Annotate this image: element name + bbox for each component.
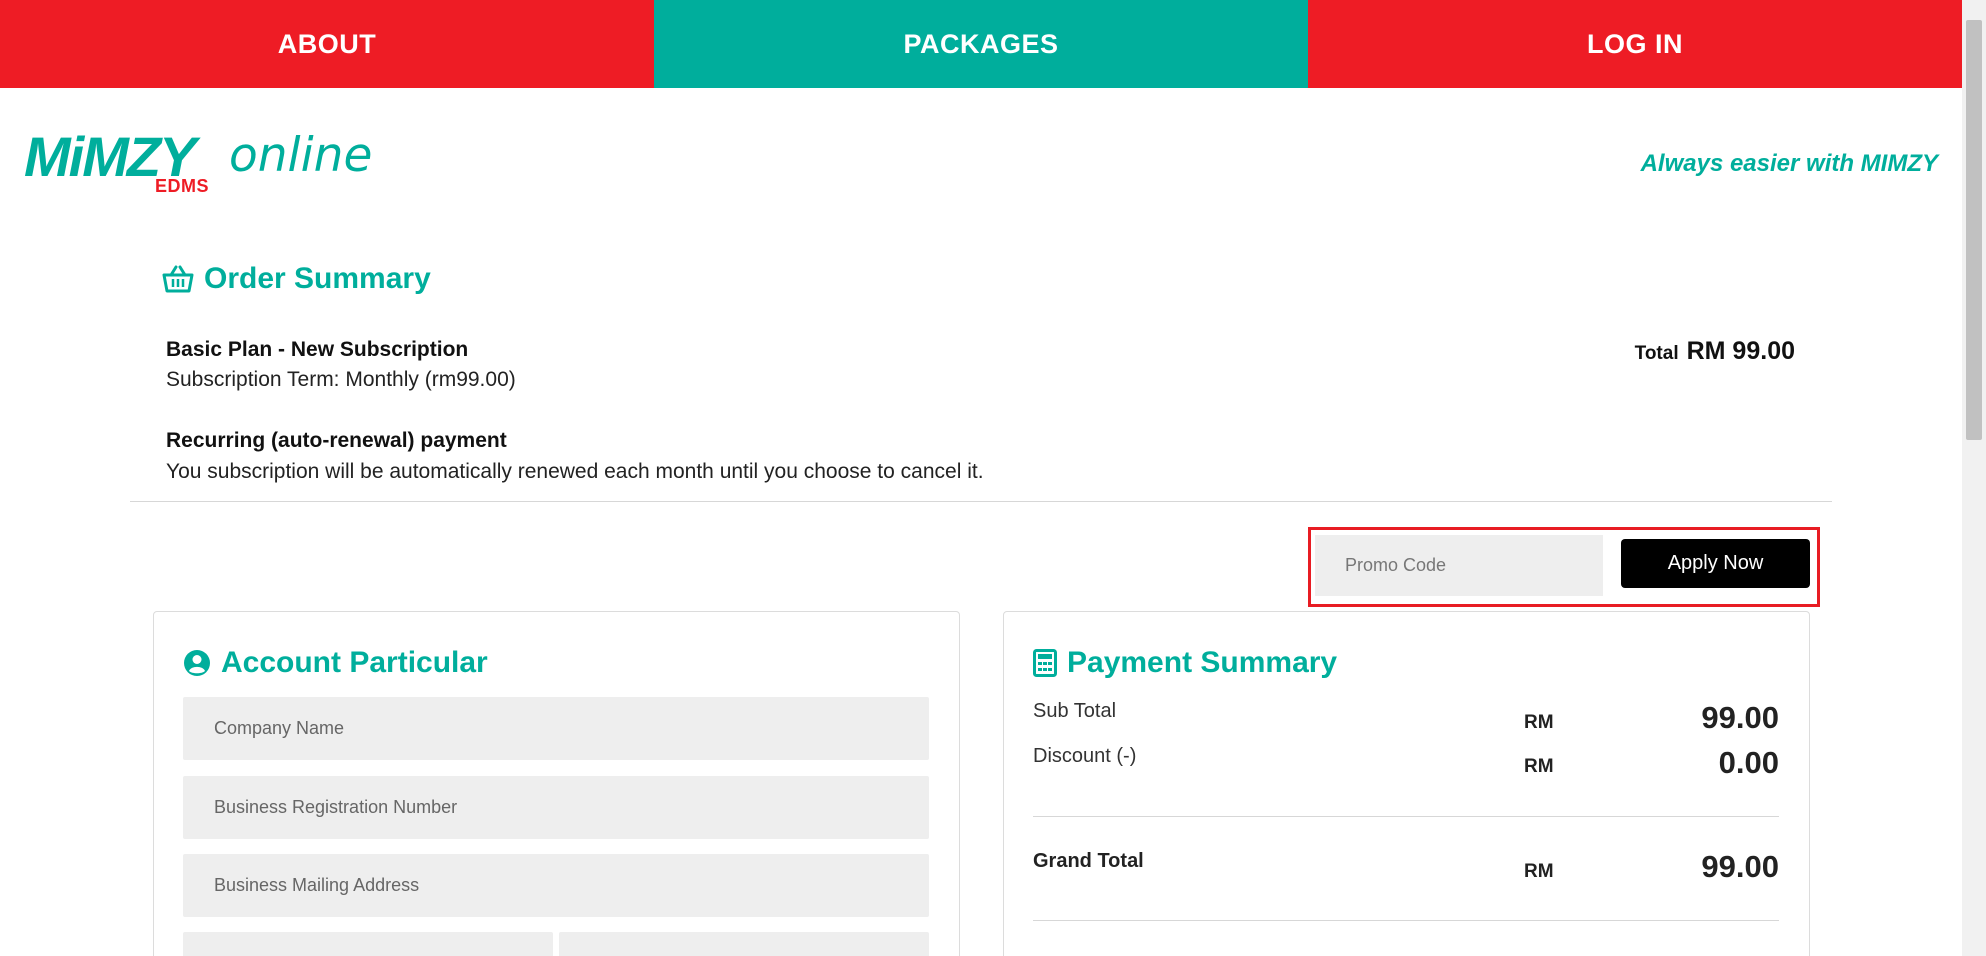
nav-about[interactable]: ABOUT — [0, 0, 654, 88]
total-value: RM 99.00 — [1686, 337, 1795, 365]
grand-total-label: Grand Total — [1033, 850, 1144, 872]
tagline: Always easier with MIMZY — [1640, 150, 1938, 177]
divider — [130, 501, 1832, 502]
mimzy-logo[interactable]: MiMZY online EDMS — [24, 124, 384, 200]
company-name-field[interactable] — [183, 697, 929, 760]
order-summary-title: Order Summary — [204, 262, 431, 295]
apply-now-button[interactable]: Apply Now — [1621, 539, 1810, 588]
logo-online-text: online — [229, 128, 373, 183]
page-scrollbar[interactable] — [1962, 0, 1986, 956]
discount-currency: RM — [1524, 756, 1554, 777]
address-field-left[interactable] — [183, 932, 553, 956]
plan-name: Basic Plan - New Subscription — [166, 338, 469, 361]
logo-edms-text: EDMS — [155, 176, 210, 196]
discount-value: 0.00 — [1718, 745, 1779, 780]
plan-term: Subscription Term: Monthly (rm99.00) — [166, 368, 516, 391]
recurring-description: You subscription will be automatically r… — [166, 460, 984, 483]
subtotal-label: Sub Total — [1033, 700, 1117, 722]
payment-summary-title: Payment Summary — [1067, 646, 1338, 679]
top-nav: ABOUT PACKAGES LOG IN — [0, 0, 1962, 88]
grand-total-value: 99.00 — [1701, 849, 1779, 884]
address-field-right[interactable] — [559, 932, 929, 956]
recurring-title: Recurring (auto-renewal) payment — [166, 429, 507, 452]
discount-label: Discount (-) — [1033, 745, 1137, 767]
business-registration-field[interactable] — [183, 776, 929, 839]
account-particular-title: Account Particular — [221, 646, 488, 679]
grand-total-currency: RM — [1524, 861, 1554, 882]
promo-code-input[interactable] — [1315, 535, 1603, 596]
order-total: Total RM 99.00 — [1635, 337, 1795, 366]
subtotal-value: 99.00 — [1701, 700, 1779, 735]
scrollbar-thumb[interactable] — [1966, 20, 1982, 440]
payment-summary-heading: Payment Summary — [1033, 646, 1337, 680]
subtotal-currency: RM — [1524, 712, 1554, 733]
total-label: Total — [1634, 343, 1679, 364]
basket-icon — [162, 265, 194, 293]
payment-divider — [1033, 816, 1779, 817]
account-particular-heading: Account Particular — [183, 646, 488, 680]
nav-packages[interactable]: PACKAGES — [654, 0, 1308, 88]
account-particular-card: Account Particular — [153, 611, 960, 956]
order-summary-heading: Order Summary — [162, 262, 431, 296]
business-mailing-address-field[interactable] — [183, 854, 929, 917]
calculator-icon — [1033, 649, 1057, 677]
payment-summary-card: Payment Summary Sub Total RM 99.00 Disco… — [1003, 611, 1810, 956]
nav-login[interactable]: LOG IN — [1308, 0, 1962, 88]
payment-divider-bottom — [1033, 920, 1779, 921]
user-circle-icon — [184, 650, 210, 676]
